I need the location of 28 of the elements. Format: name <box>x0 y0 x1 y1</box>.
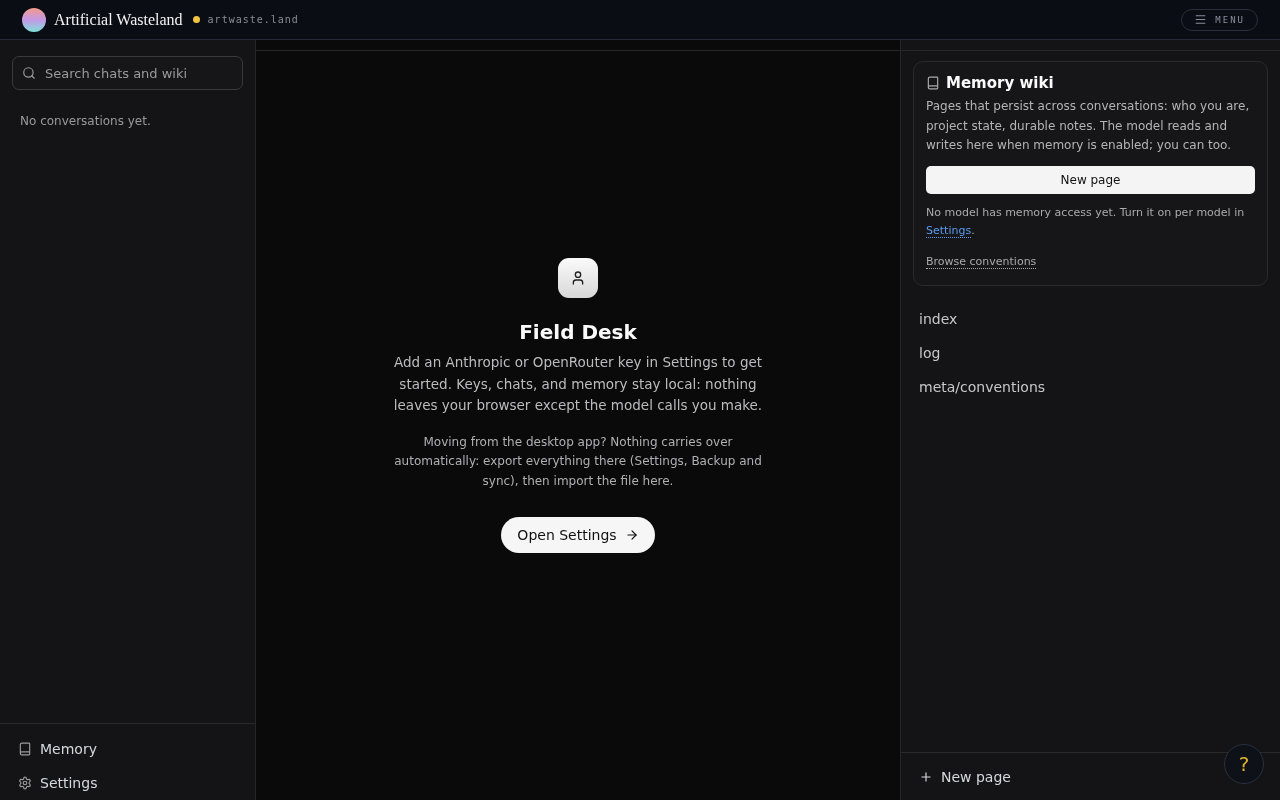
memory-notice: No model has memory access yet. Turn it on per model in Settings. <box>926 204 1246 240</box>
sidebar-item[interactable]: Memory <box>0 732 255 766</box>
empty-message: No conversations yet. <box>20 114 152 128</box>
new-page-button[interactable]: New page <box>926 165 1255 194</box>
brand-name: Artificial Wasteland <box>54 10 183 29</box>
open-settings-button[interactable]: Open Settings <box>501 517 655 553</box>
welcome-title: Field Desk <box>519 320 637 344</box>
plus-icon <box>919 769 933 784</box>
search-icon <box>22 66 36 80</box>
book-icon <box>926 76 940 90</box>
intro-text: Add an Anthropic or OpenRouter key in Settings to get started. Keys, chats, and memory stay local: nothing leaves your browser except the model calls you make. <box>392 353 764 415</box>
settings-icon <box>18 776 32 790</box>
book-icon <box>18 742 32 756</box>
sidebar-item[interactable]: Settings <box>0 766 255 800</box>
wiki-page-link[interactable]: index <box>919 301 958 336</box>
person-icon <box>570 270 586 286</box>
browse-link[interactable]: Browse conventions <box>926 254 1037 269</box>
search-field[interactable]: Search chats and wiki <box>12 56 243 90</box>
menu-icon <box>1194 13 1208 26</box>
arrow-right-icon <box>624 528 639 542</box>
migration-note: Moving from the desktop app? Nothing carries over automatically: export everything there (Settings, Backup and sync), then import the file here. <box>393 433 763 490</box>
wiki-page-link[interactable]: log <box>919 335 941 370</box>
logo-icon <box>22 7 46 32</box>
card-title: Memory wiki <box>946 74 1054 92</box>
new-page-button[interactable]: New page <box>919 768 1011 785</box>
wiki-page-link[interactable]: meta/conventions <box>919 369 1046 404</box>
card-description: Pages that persist across conversations: who you are, project state, durable notes. The model reads and writes here when memory is enabled; you can too. <box>926 98 1251 154</box>
domain-text: artwaste.land <box>207 14 299 25</box>
